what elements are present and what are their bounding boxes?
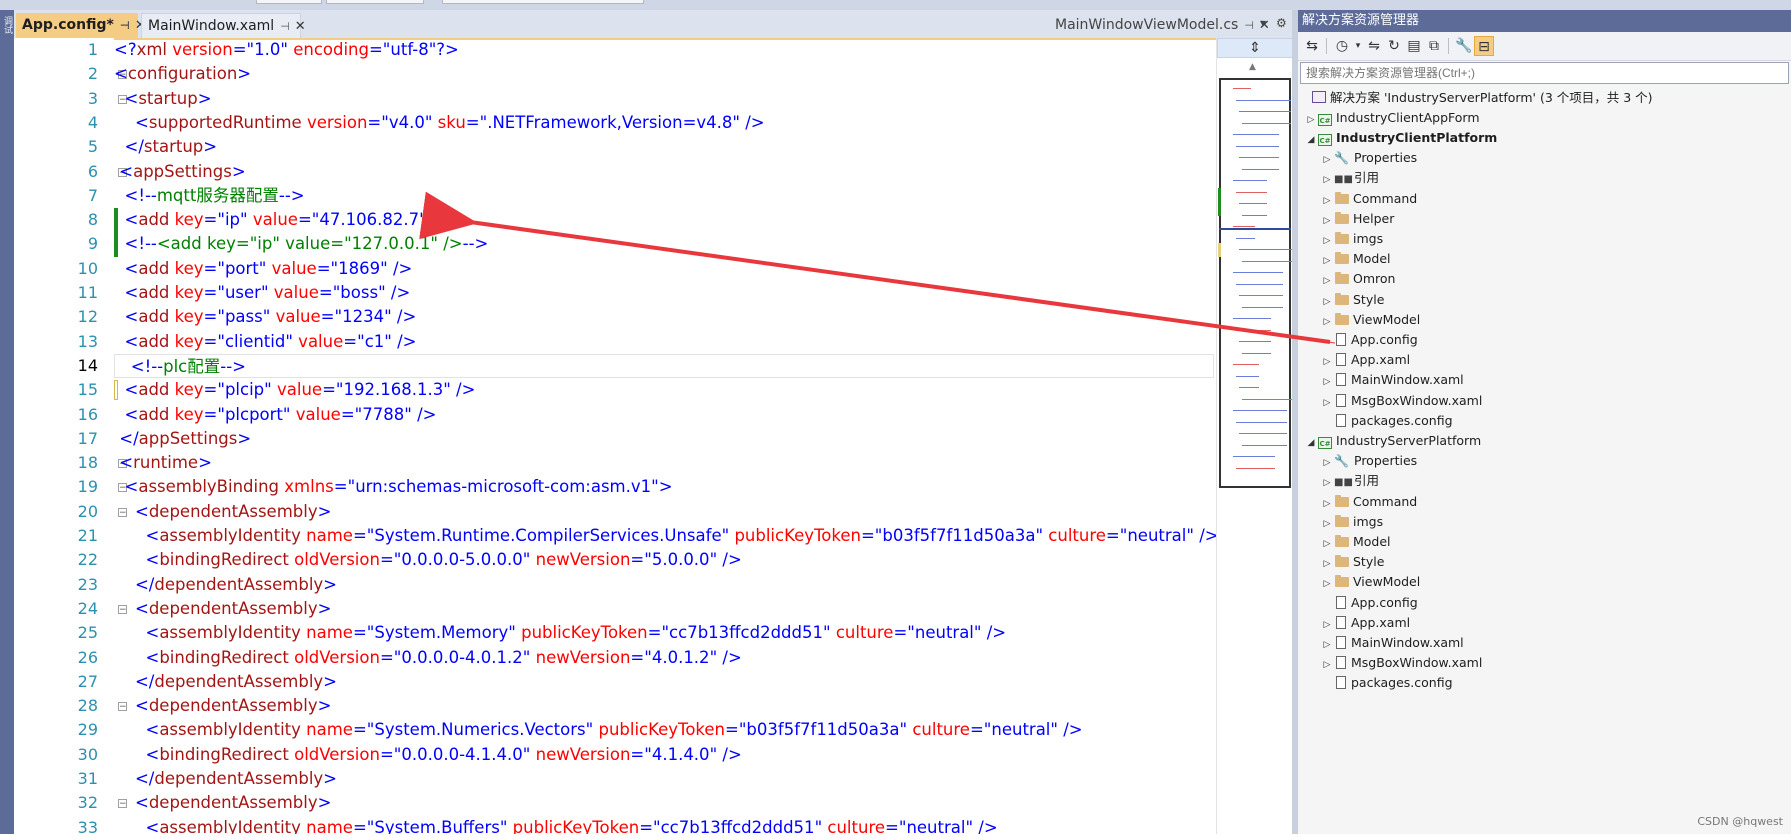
arrow-tail — [1199, 324, 1336, 344]
annotation-arrow — [419, 191, 1336, 344]
arrow-line — [419, 191, 1331, 344]
